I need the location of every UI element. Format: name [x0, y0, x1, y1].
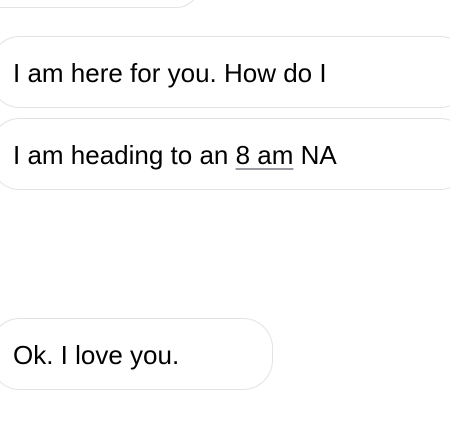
message-thread: I am here for you. How do I I am heading… [0, 0, 450, 442]
message-bubble[interactable]: I am heading to an 8 am NA [0, 118, 450, 190]
message-bubble-cropped[interactable] [0, 0, 200, 8]
message-text-before: I am heading to an [13, 140, 236, 170]
time-link[interactable]: 8 am [236, 140, 294, 170]
message-text: Ok. I love you. [13, 340, 180, 370]
message-bubble[interactable]: I am here for you. How do I [0, 36, 450, 108]
message-text: I am here for you. How do I [13, 58, 327, 88]
message-text: I am heading to an 8 am NA [3, 119, 337, 170]
message-text-after: NA [293, 140, 337, 170]
message-bubble[interactable]: Ok. I love you. [0, 318, 273, 390]
